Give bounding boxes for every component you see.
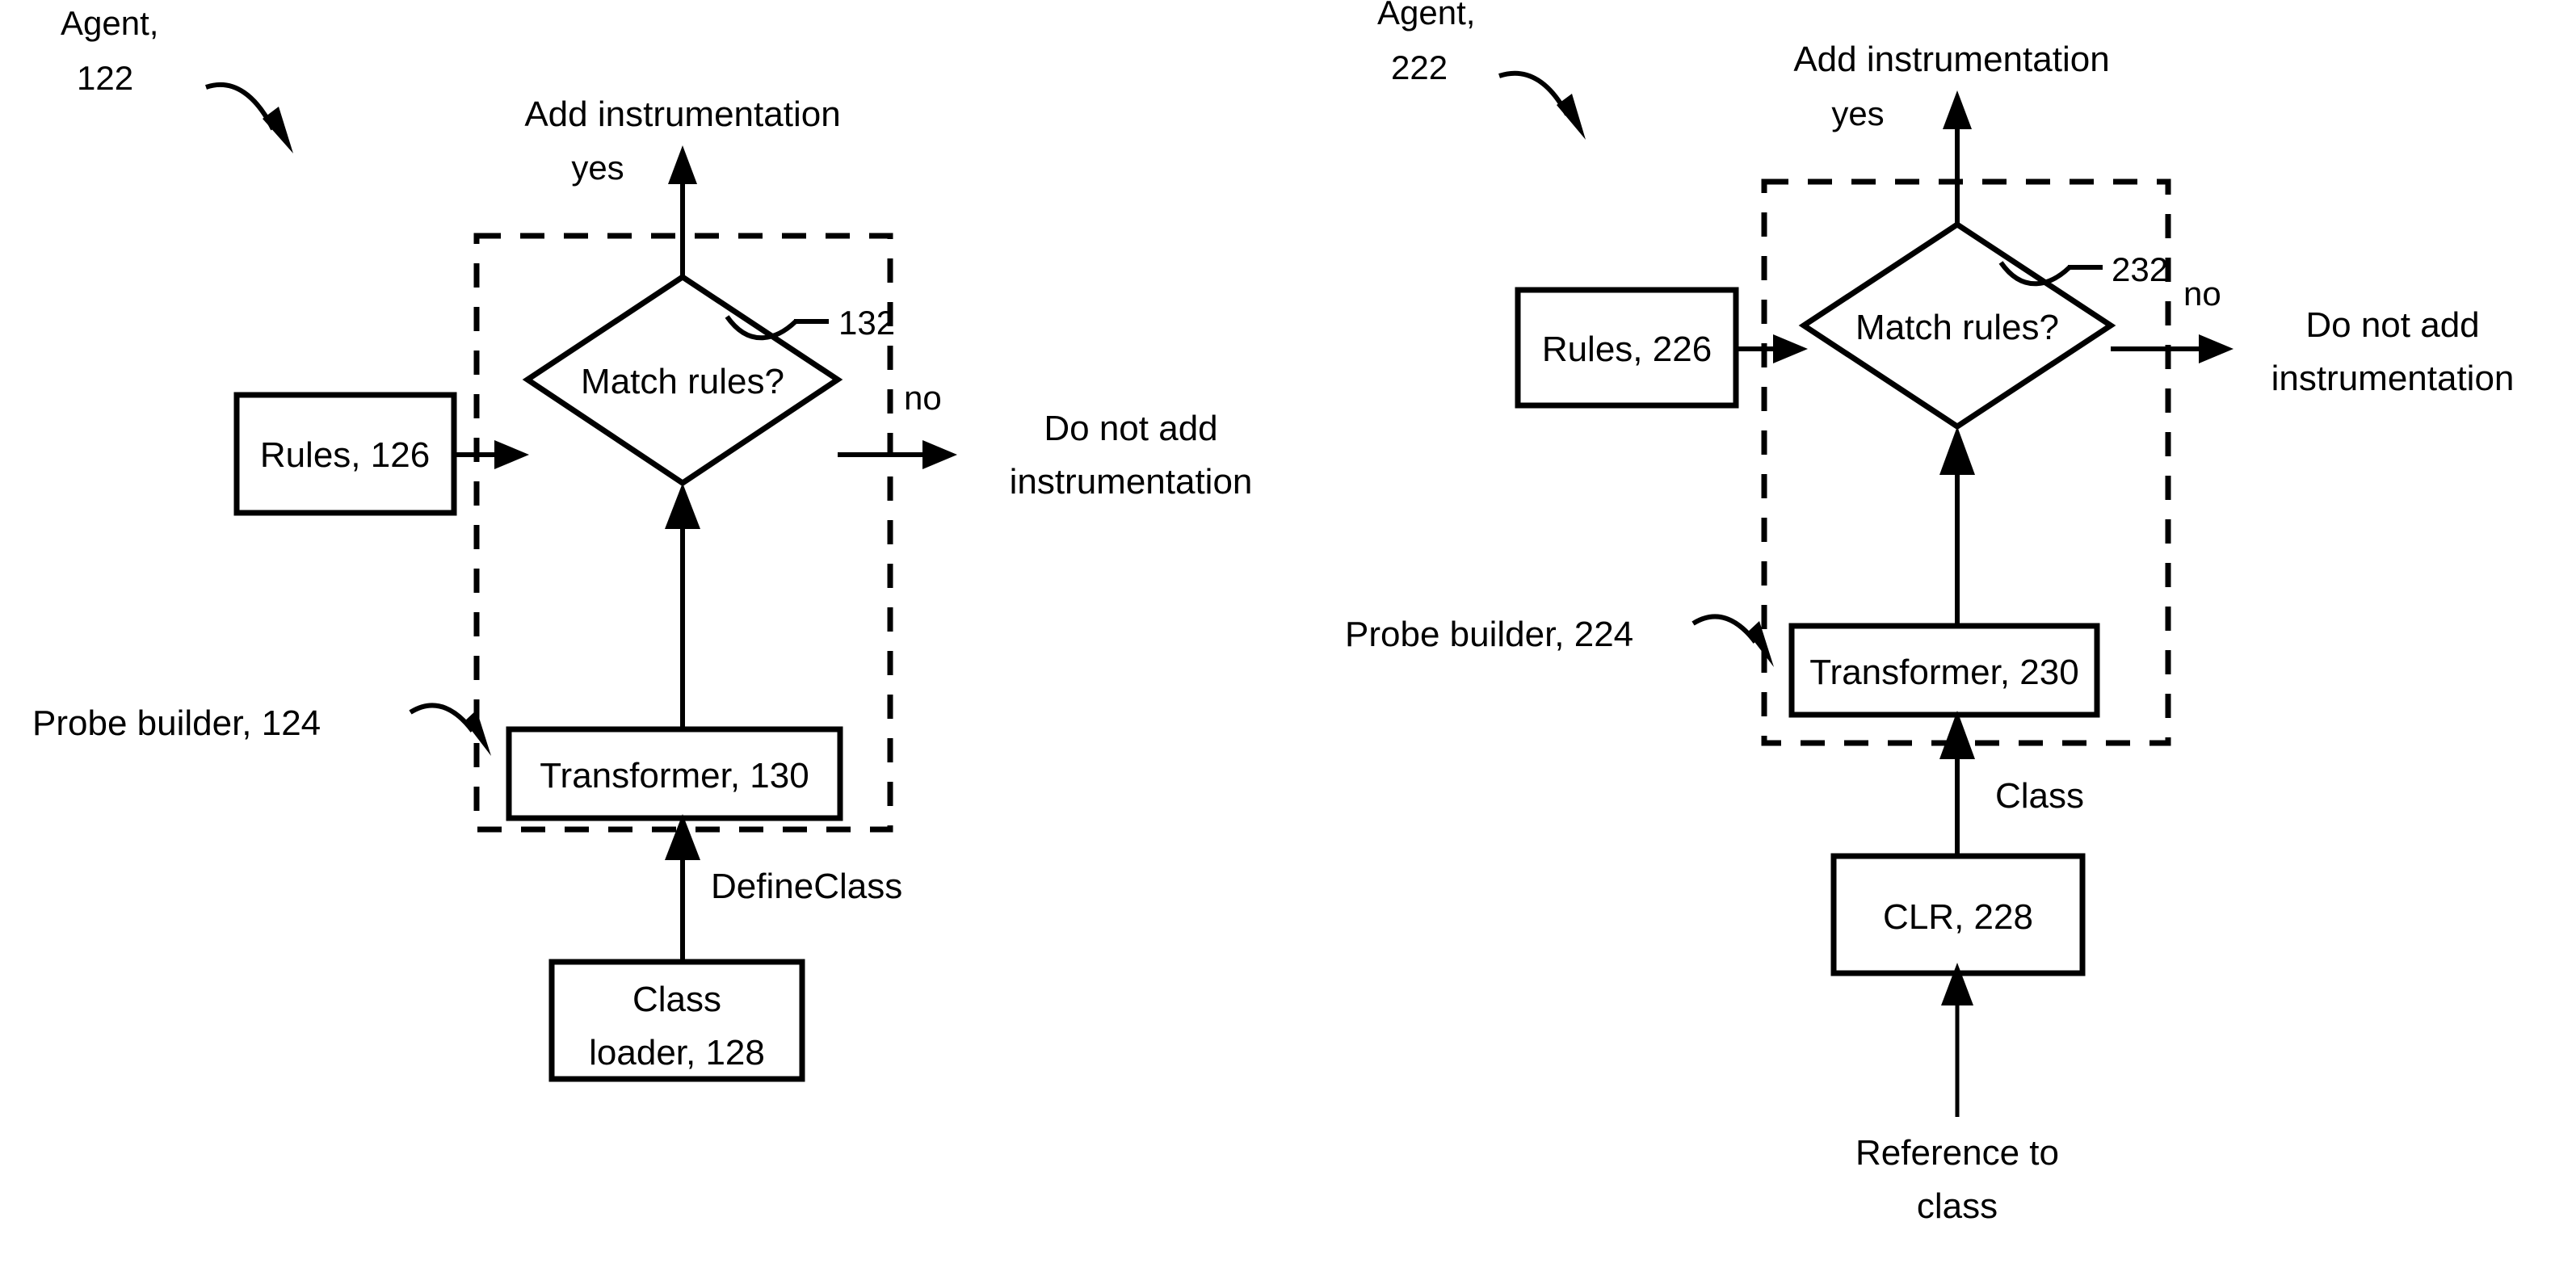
right-reference-line2: class bbox=[1917, 1186, 1998, 1226]
right-transformer-to-diamond-arrowhead bbox=[1939, 426, 1975, 475]
figure-root: Agent, 122 Add instrumentation yes Match… bbox=[0, 0, 2576, 1272]
left-transformer-to-diamond-arrowhead bbox=[665, 483, 700, 529]
patent-flow-diagram: Agent, 122 Add instrumentation yes Match… bbox=[32, 0, 2514, 1226]
left-transformer-box-label: Transformer, 130 bbox=[540, 756, 809, 796]
right-no-output-line2: instrumentation bbox=[2271, 359, 2515, 398]
left-agent-label-line1: Agent, bbox=[61, 4, 158, 42]
left-agent-leader-arrowhead bbox=[263, 107, 293, 153]
right-reference-line1: Reference to bbox=[1855, 1133, 2059, 1173]
right-no-label: no bbox=[2183, 275, 2221, 313]
left-rules-to-diamond-arrowhead bbox=[494, 440, 529, 469]
right-transformer-box-label: Transformer, 230 bbox=[1809, 653, 2078, 692]
left-decision-text: Match rules? bbox=[581, 362, 784, 401]
right-yes-label: yes bbox=[1831, 94, 1884, 132]
right-ref-232-label: 232 bbox=[2112, 250, 2168, 288]
left-probe-builder-leader-curve bbox=[409, 703, 475, 733]
right-diagram-group: Agent, 222 Add instrumentation yes Match… bbox=[1345, 0, 2514, 1226]
left-classloader-to-transformer-arrowhead bbox=[665, 814, 700, 860]
left-diagram-group: Agent, 122 Add instrumentation yes Match… bbox=[32, 4, 1253, 1082]
right-probe-builder-leader-arrowhead bbox=[1747, 621, 1774, 667]
left-no-output-line1: Do not add bbox=[1044, 409, 1217, 448]
right-add-instrumentation-label: Add instrumentation bbox=[1793, 40, 2109, 79]
left-ref-132-label: 132 bbox=[838, 304, 895, 342]
left-rules-box-label: Rules, 126 bbox=[260, 435, 430, 475]
right-rules-box-label: Rules, 226 bbox=[1542, 330, 1712, 369]
right-clr-to-transformer-arrowhead bbox=[1939, 711, 1975, 759]
right-no-branch-arrowhead bbox=[2199, 334, 2234, 363]
left-no-label: no bbox=[904, 379, 942, 417]
right-no-output-line1: Do not add bbox=[2305, 305, 2479, 345]
left-yes-arrow-head bbox=[668, 145, 697, 184]
right-agent-leader-curve bbox=[1498, 70, 1570, 116]
right-agent-label-line1: Agent, bbox=[1377, 0, 1475, 31]
left-class-loader-line2: loader, 128 bbox=[589, 1033, 765, 1073]
left-agent-label-line2: 122 bbox=[77, 59, 133, 97]
right-probe-builder-label: Probe builder, 224 bbox=[1345, 615, 1633, 654]
right-agent-label-line2: 222 bbox=[1391, 48, 1448, 86]
left-define-class-label: DefineClass bbox=[711, 867, 902, 906]
left-class-loader-line1: Class bbox=[632, 980, 721, 1019]
left-no-output-line2: instrumentation bbox=[1010, 462, 1253, 502]
left-add-instrumentation-label: Add instrumentation bbox=[524, 94, 840, 134]
right-probe-builder-leader-curve bbox=[1691, 614, 1758, 644]
left-yes-label: yes bbox=[571, 149, 624, 187]
right-class-label: Class bbox=[1995, 776, 2084, 816]
left-no-branch-arrowhead bbox=[922, 440, 957, 469]
left-probe-builder-label: Probe builder, 124 bbox=[32, 703, 321, 743]
right-clr-box-label: CLR, 228 bbox=[1883, 897, 2033, 937]
left-agent-leader-curve bbox=[205, 82, 275, 131]
right-decision-text: Match rules? bbox=[1855, 308, 2059, 347]
right-rules-to-diamond-arrowhead bbox=[1773, 334, 1808, 363]
right-yes-arrow-head bbox=[1943, 90, 1972, 129]
